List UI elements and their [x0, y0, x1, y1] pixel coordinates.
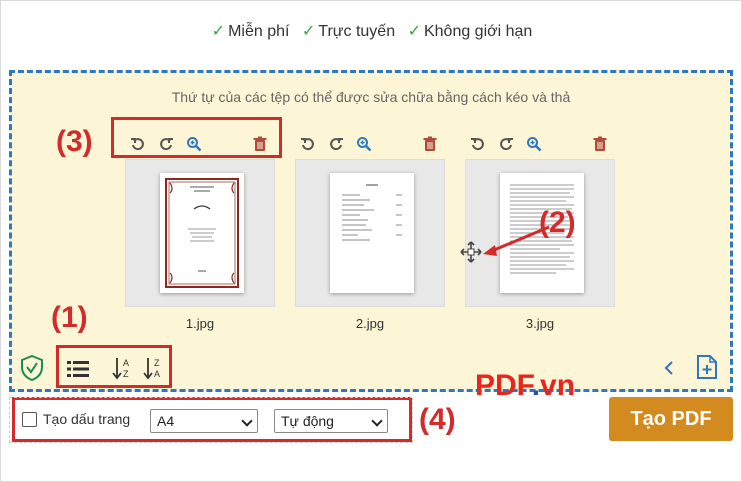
check-icon: ✓: [301, 23, 316, 40]
check-icon: ✓: [407, 23, 421, 40]
rotate-left-icon[interactable]: [297, 133, 319, 155]
features-line: ✓ Miễn phí ✓ Trực tuyến ✓ Không giới hạn: [1, 21, 742, 41]
annotation-box-1: [56, 345, 172, 388]
reorder-hint: Thứ tự của các tệp có thể được sửa chữa …: [171, 89, 571, 105]
list-page-preview: [330, 173, 414, 293]
file-toolbar: [295, 131, 445, 157]
check-icon: ✓: [211, 23, 226, 40]
annotation-label-1: (1): [51, 301, 88, 334]
orientation-select[interactable]: Tự động: [274, 409, 388, 433]
file-thumbnail[interactable]: [295, 159, 445, 307]
rotate-left-icon[interactable]: [467, 133, 489, 155]
add-file-icon[interactable]: [696, 354, 718, 385]
file-card[interactable]: 1.jpg: [125, 131, 275, 331]
shield-check-icon: [21, 355, 43, 381]
options-bar: Tạo dấu trang A4 Tự động: [9, 397, 413, 443]
file-name: 1.jpg: [185, 316, 215, 331]
file-thumbnail[interactable]: [125, 159, 275, 307]
annotation-label-4: (4): [419, 403, 456, 436]
feature-online: ✓ Trực tuyến: [301, 23, 396, 40]
bookmark-checkbox[interactable]: Tạo dấu trang: [22, 411, 130, 427]
orientation-value: Tự động: [281, 413, 334, 429]
rotate-right-icon[interactable]: [495, 133, 517, 155]
annotation-arrow-icon: [483, 225, 550, 256]
annotation-box-3: [111, 117, 282, 158]
rotate-right-icon[interactable]: [325, 133, 347, 155]
file-name: 2.jpg: [355, 316, 385, 331]
trash-icon[interactable]: [419, 133, 441, 155]
trash-icon[interactable]: [589, 133, 611, 155]
chevron-down-icon: [241, 415, 253, 427]
feature-unlimited: ✓ Không giới hạn: [407, 23, 533, 40]
create-pdf-button[interactable]: Tạo PDF: [609, 397, 733, 441]
page-size-value: A4: [157, 413, 175, 429]
zoom-icon[interactable]: [353, 133, 375, 155]
cover-page-preview: [160, 173, 244, 293]
zoom-icon[interactable]: [523, 133, 545, 155]
chevron-down-icon: [371, 415, 383, 427]
checkbox-box[interactable]: [22, 411, 37, 427]
annotation-label-3: (3): [56, 125, 93, 158]
bookmark-label: Tạo dấu trang: [43, 411, 131, 427]
brand-watermark: PDF.vn: [475, 369, 576, 402]
chevron-left-icon[interactable]: [664, 361, 674, 380]
file-toolbar: [465, 131, 615, 157]
feature-free: ✓ Miễn phí: [211, 23, 290, 40]
file-card[interactable]: 2.jpg: [295, 131, 445, 331]
page-size-select[interactable]: A4: [150, 409, 258, 433]
file-name: 3.jpg: [525, 316, 555, 331]
